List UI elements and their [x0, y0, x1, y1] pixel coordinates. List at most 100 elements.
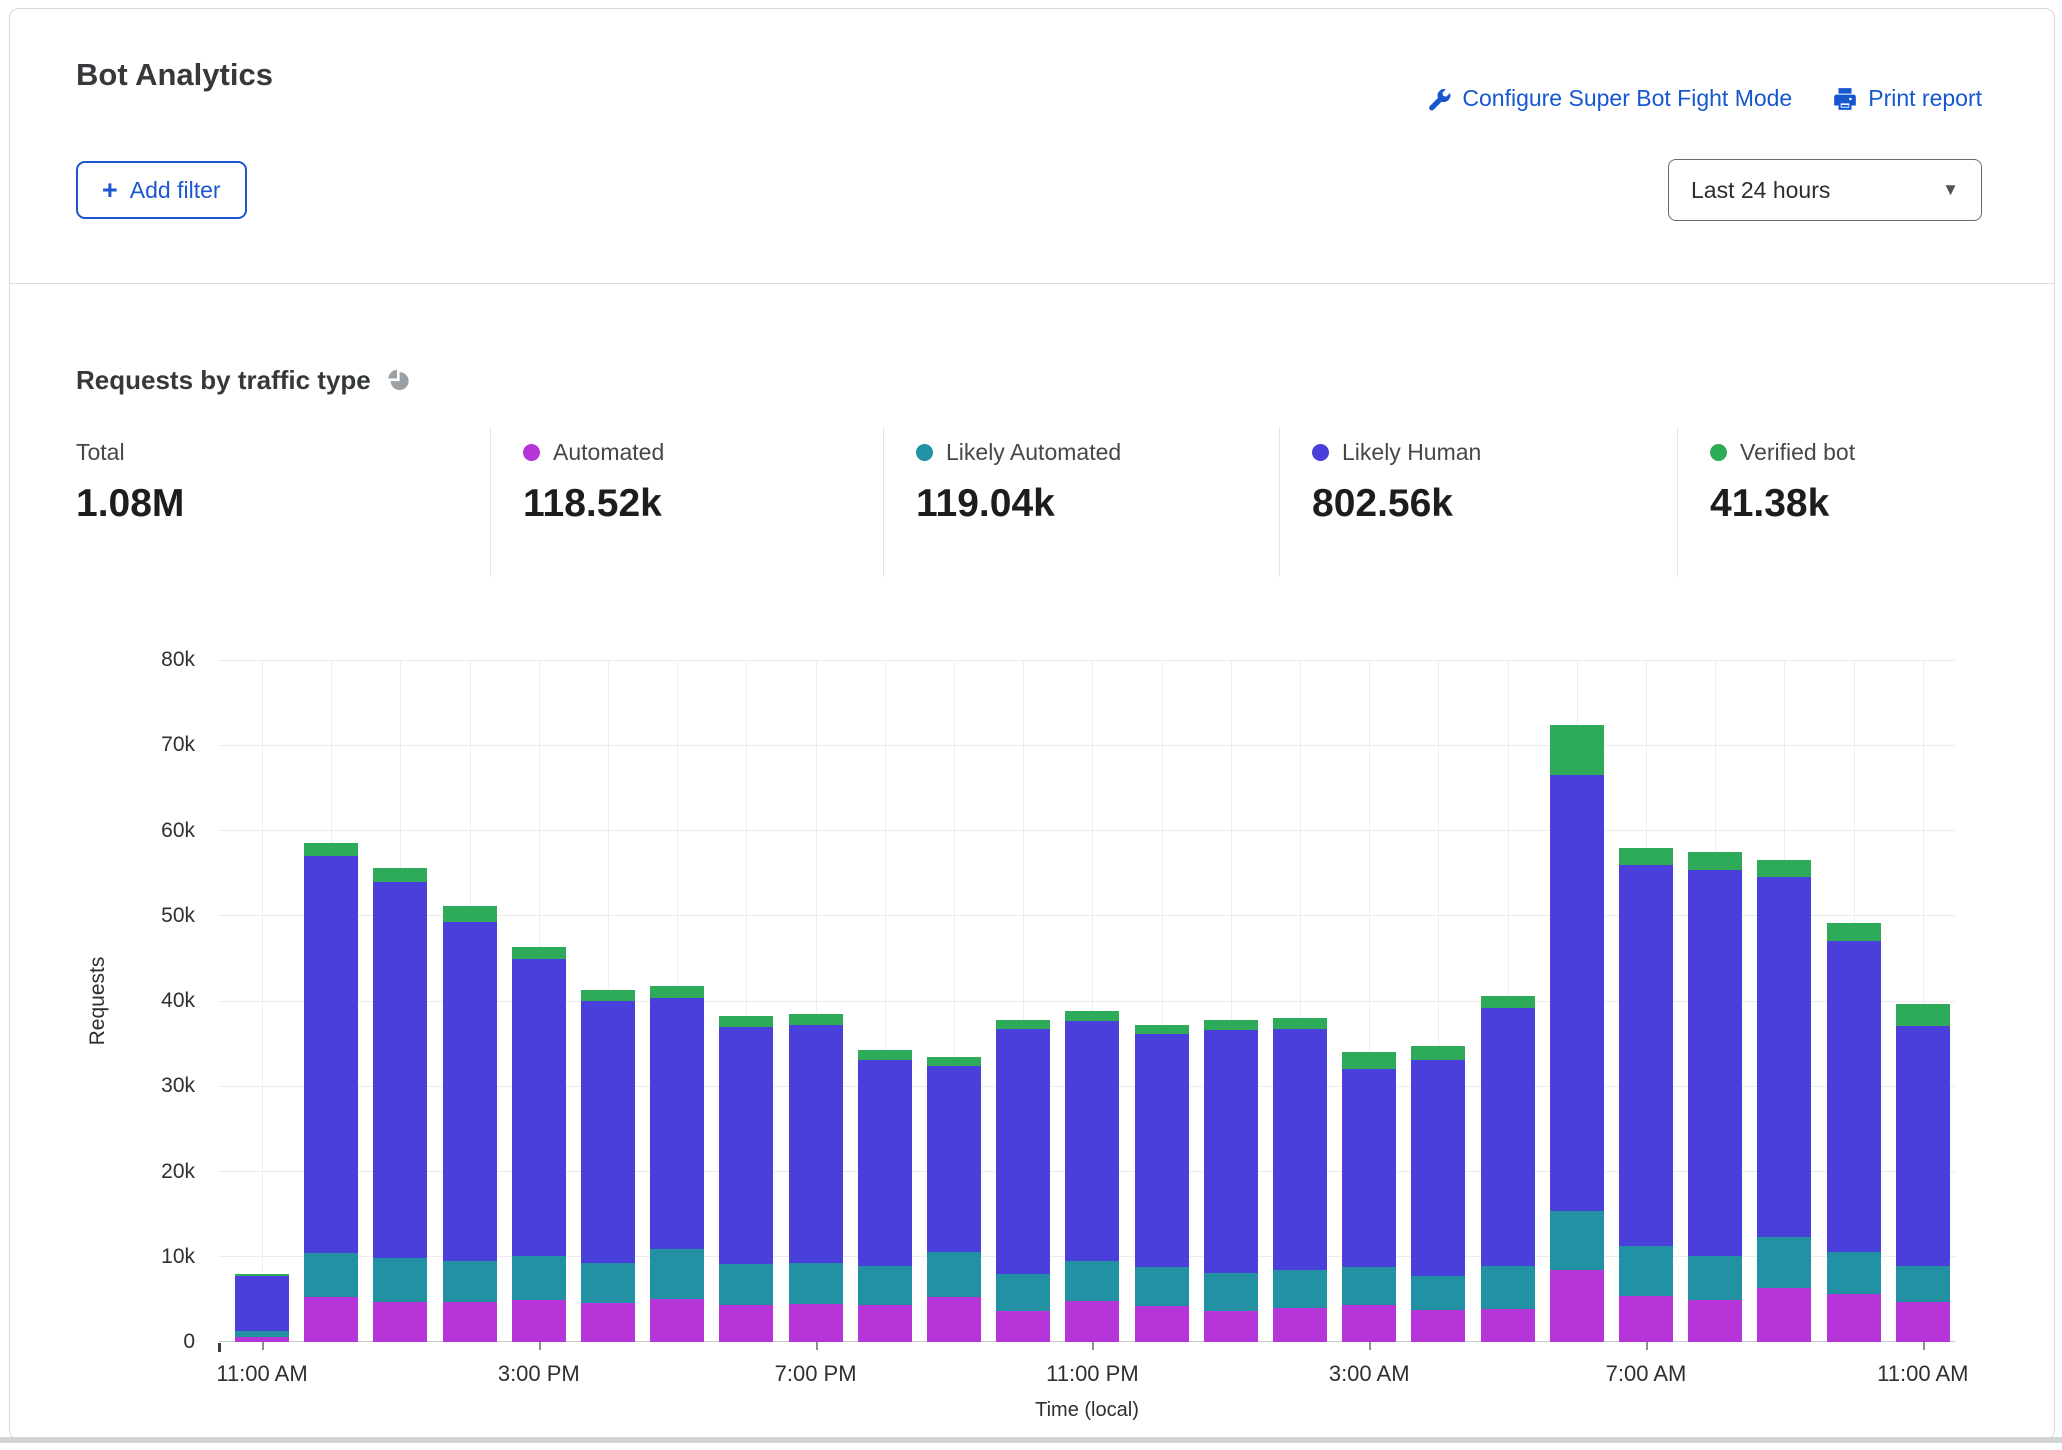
configure-link-label: Configure Super Bot Fight Mode	[1462, 85, 1792, 112]
bar-segment-automated	[1342, 1305, 1396, 1343]
bar-segment-verified-bot	[304, 843, 358, 856]
bar-segment-likely-automated	[581, 1263, 635, 1303]
wrench-icon	[1426, 86, 1452, 112]
add-filter-button[interactable]: + Add filter	[76, 161, 247, 219]
bar-segment-likely-automated	[1550, 1211, 1604, 1271]
bar-segment-likely-human	[1481, 1008, 1535, 1266]
bar-segment-likely-automated	[512, 1256, 566, 1300]
bar-segment-verified-bot	[1619, 848, 1673, 865]
stat-automated[interactable]: Automated 118.52k	[490, 427, 883, 577]
bar-segment-verified-bot	[1481, 996, 1535, 1008]
stacked-bar	[443, 906, 497, 1342]
verified-bot-dot-icon	[1710, 444, 1727, 461]
bar-segment-automated	[1204, 1311, 1258, 1342]
x-tick-label: 7:00 PM	[775, 1361, 857, 1387]
y-tick-label: 20k	[100, 1160, 195, 1184]
bot-analytics-card: Bot Analytics Configure Super Bot Fight …	[9, 8, 2055, 1440]
stacked-bar	[512, 947, 566, 1342]
bar-segment-likely-human	[650, 998, 704, 1249]
bar-segment-verified-bot	[1065, 1011, 1119, 1020]
bar-segment-likely-human	[1273, 1029, 1327, 1270]
bar-segment-verified-bot	[1204, 1020, 1258, 1030]
bar-segment-automated	[927, 1297, 981, 1342]
bar-segment-verified-bot	[1135, 1025, 1189, 1034]
header-actions: Configure Super Bot Fight Mode Print rep…	[1426, 85, 1982, 112]
bar-segment-automated	[1065, 1301, 1119, 1342]
stacked-bar	[1411, 1046, 1465, 1342]
configure-super-bot-fight-mode-link[interactable]: Configure Super Bot Fight Mode	[1426, 85, 1792, 112]
y-tick-label: 30k	[100, 1074, 195, 1098]
bar-segment-likely-automated	[1481, 1266, 1535, 1309]
stat-total-value: 1.08M	[76, 482, 490, 526]
print-report-link[interactable]: Print report	[1832, 85, 1982, 112]
bar-segment-verified-bot	[1342, 1052, 1396, 1069]
stacked-bar	[1065, 1011, 1119, 1342]
stacked-bar	[789, 1014, 843, 1342]
bar-segment-automated	[789, 1304, 843, 1342]
bar-segment-automated	[1411, 1310, 1465, 1342]
bar-segment-automated	[1550, 1270, 1604, 1342]
x-axis-title: Time (local)	[1035, 1399, 1139, 1422]
bar-segment-likely-automated	[1204, 1273, 1258, 1311]
bar-segment-likely-automated	[443, 1261, 497, 1302]
likely-automated-dot-icon	[916, 444, 933, 461]
bar-segment-likely-human	[1204, 1030, 1258, 1273]
bar-segment-likely-human	[304, 856, 358, 1253]
bar-segment-automated	[373, 1302, 427, 1342]
x-tick-label: 3:00 AM	[1329, 1361, 1410, 1387]
bar-segment-likely-human	[1827, 941, 1881, 1251]
page-title: Bot Analytics	[76, 57, 273, 93]
x-tick-mark	[1369, 1342, 1371, 1350]
y-tick-label: 50k	[100, 904, 195, 928]
bar-segment-likely-automated	[927, 1252, 981, 1297]
stat-total[interactable]: Total 1.08M	[10, 427, 490, 577]
x-tick-mark	[1092, 1342, 1094, 1350]
y-tick-label: 70k	[100, 733, 195, 757]
bar-segment-verified-bot	[1550, 725, 1604, 775]
stat-likely-human-label: Likely Human	[1342, 439, 1481, 466]
x-tick-label: 7:00 AM	[1606, 1361, 1687, 1387]
time-range-select[interactable]: Last 24 hours ▼	[1668, 159, 1982, 221]
plus-icon: +	[102, 177, 118, 204]
x-tick-label: 11:00 AM	[1877, 1361, 1968, 1387]
bar-segment-verified-bot	[1896, 1004, 1950, 1026]
bar-segment-likely-human	[927, 1066, 981, 1252]
printer-icon	[1832, 86, 1858, 112]
stat-verified-bot[interactable]: Verified bot 41.38k	[1677, 427, 2054, 577]
bar-segment-verified-bot	[719, 1016, 773, 1027]
bar-segment-automated	[1757, 1288, 1811, 1342]
stacked-bar	[858, 1050, 912, 1342]
stacked-bar	[1135, 1025, 1189, 1342]
chevron-down-icon: ▼	[1942, 180, 1959, 200]
bar-segment-verified-bot	[1273, 1018, 1327, 1029]
stacked-bar	[1550, 725, 1604, 1342]
time-range-value: Last 24 hours	[1691, 177, 1830, 204]
bar-segment-automated	[1896, 1302, 1950, 1342]
x-tick-label: 3:00 PM	[498, 1361, 580, 1387]
bar-segment-likely-human	[1065, 1021, 1119, 1261]
bar-segment-likely-human	[1342, 1069, 1396, 1267]
bar-segment-likely-automated	[1135, 1267, 1189, 1306]
stat-likely-automated[interactable]: Likely Automated 119.04k	[883, 427, 1279, 577]
stacked-bar	[1896, 1004, 1950, 1342]
bar-segment-verified-bot	[650, 986, 704, 999]
y-gridline	[219, 745, 1955, 746]
bar-segment-verified-bot	[858, 1050, 912, 1060]
bar-segment-likely-automated	[858, 1266, 912, 1305]
bar-segment-likely-human	[1757, 877, 1811, 1238]
y-tick-label: 0	[100, 1330, 195, 1354]
traffic-type-stats: Total 1.08M Automated 118.52k Likely Aut…	[10, 427, 2054, 577]
stat-likely-human-value: 802.56k	[1312, 482, 1677, 526]
bar-segment-likely-human	[1550, 775, 1604, 1211]
stacked-bar	[235, 1274, 289, 1342]
stat-likely-human[interactable]: Likely Human 802.56k	[1279, 427, 1677, 577]
print-link-label: Print report	[1868, 85, 1982, 112]
bar-segment-verified-bot	[927, 1057, 981, 1066]
x-tick-mark	[1923, 1342, 1925, 1350]
bar-segment-likely-automated	[650, 1249, 704, 1299]
stacked-bar	[927, 1057, 981, 1342]
bar-segment-automated	[443, 1302, 497, 1342]
stacked-bar	[1619, 848, 1673, 1342]
bar-segment-likely-automated	[1065, 1261, 1119, 1301]
stacked-bar	[304, 843, 358, 1342]
